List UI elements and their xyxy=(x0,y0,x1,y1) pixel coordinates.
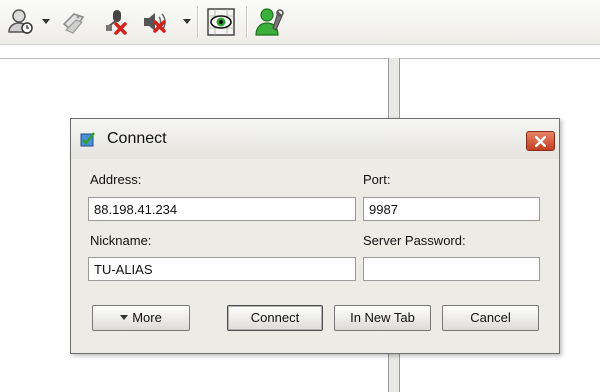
connect-button[interactable]: Connect xyxy=(227,305,323,331)
left-pane-border xyxy=(0,58,388,59)
toolbar-separator xyxy=(246,6,247,38)
toolbar xyxy=(0,0,600,45)
more-button[interactable]: More xyxy=(92,305,190,331)
bookmark-icon[interactable] xyxy=(58,6,90,38)
connect-app-icon xyxy=(80,131,96,147)
toolbar-separator xyxy=(197,6,198,38)
more-arrow-icon xyxy=(120,315,129,320)
address-field[interactable] xyxy=(88,197,356,221)
server-password-field[interactable] xyxy=(363,257,540,281)
close-button[interactable] xyxy=(526,131,555,151)
right-pane-border xyxy=(400,58,600,59)
more-button-label: More xyxy=(132,310,162,325)
port-field[interactable] xyxy=(363,197,540,221)
dialog-title: Connect xyxy=(107,130,167,147)
cancel-button[interactable]: Cancel xyxy=(442,305,539,331)
mute-speaker-icon[interactable] xyxy=(140,6,172,38)
view-eye-icon[interactable] xyxy=(205,6,237,38)
connect-user-icon[interactable] xyxy=(4,6,36,38)
connect-dropdown-arrow-icon[interactable] xyxy=(42,19,50,24)
connect-dialog: Connect Address: Port: Nickname: Server … xyxy=(70,118,560,354)
dialog-titlebar[interactable]: Connect xyxy=(71,119,559,159)
close-icon xyxy=(535,135,546,147)
mute-dropdown-arrow-icon[interactable] xyxy=(183,19,191,24)
user-settings-icon[interactable] xyxy=(254,6,286,38)
address-label: Address: xyxy=(90,172,142,187)
port-label: Port: xyxy=(363,172,391,187)
in-new-tab-button[interactable]: In New Tab xyxy=(334,305,431,331)
server-password-label: Server Password: xyxy=(363,233,466,248)
nickname-label: Nickname: xyxy=(90,233,152,248)
nickname-field[interactable] xyxy=(88,257,356,281)
disconnect-mic-icon[interactable] xyxy=(100,6,132,38)
